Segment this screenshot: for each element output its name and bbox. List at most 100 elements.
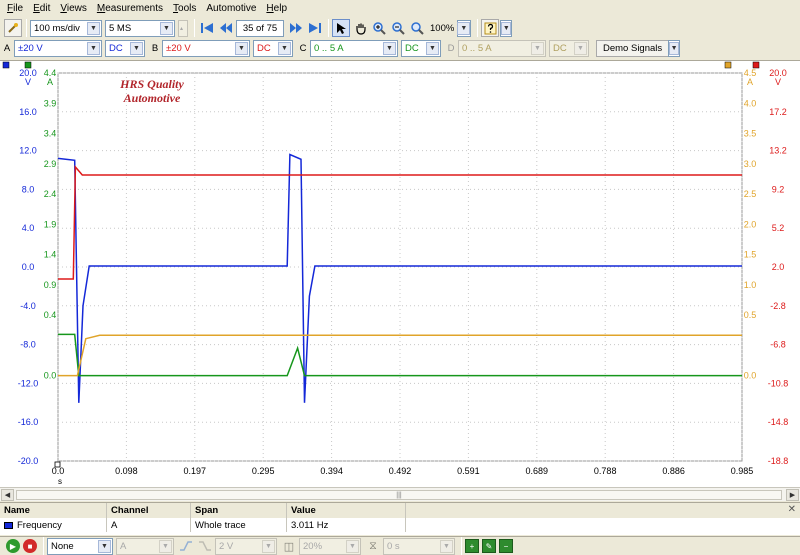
falling-edge-button[interactable] [196,537,214,555]
y-tick-label-a: -4.0 [20,301,36,311]
axis-color-icon [752,61,760,69]
channel-b-range-select[interactable]: ±20 V ▼ [162,40,250,57]
chevron-down-icon[interactable]: ▼ [87,21,100,35]
chevron-down-icon[interactable]: ▼ [669,42,680,55]
menu-item-edit[interactable]: Edit [28,0,55,17]
zoom-dropdown[interactable]: ▼ [457,19,472,37]
header-channel[interactable]: Channel [107,503,191,518]
chevron-down-icon[interactable]: ▼ [457,21,471,35]
rising-edge-button[interactable] [177,537,195,555]
zoom-out-button[interactable] [389,19,407,37]
zoom-fit-icon [410,21,424,35]
help-button[interactable] [481,19,500,37]
probe-wizard-button[interactable] [4,19,22,37]
chevron-down-icon[interactable]: ▼ [159,539,172,553]
menu-item-measurements[interactable]: Measurements [92,0,168,17]
timebase-select[interactable]: 100 ms/div ▼ [30,19,102,37]
scroll-right-icon[interactable]: ▶ [786,489,799,501]
wand-icon [8,23,18,33]
menu-item-file[interactable]: File [2,0,28,17]
y-tick-label-d: 3.0 [744,159,757,169]
y-tick-label-a: -16.0 [18,417,39,427]
pretrigger-select[interactable]: 20% ▼ [299,537,361,555]
trigger-delay-input[interactable]: 0 s ▼ [383,537,455,555]
first-buffer-button[interactable] [198,19,216,37]
scroll-thumb[interactable]: ||| [16,490,782,500]
edit-measurement-icon[interactable]: ✎ [482,539,496,553]
y-tick-label-d: 2.0 [744,219,757,229]
channel-d-range-select[interactable]: 0 .. 5 A ▼ [458,40,546,57]
chevron-down-icon[interactable]: ▼ [87,42,100,55]
axis-color-icon [724,61,732,69]
trigger-level-select[interactable]: 2 V ▼ [215,537,277,555]
chevron-down-icon[interactable]: ▼ [262,539,275,553]
chevron-down-icon[interactable]: ▼ [278,42,291,55]
menu-label: easurements [105,3,164,14]
samples-select[interactable]: 5 MS ▼ [105,19,175,37]
chevron-down-icon[interactable]: ▼ [383,42,396,55]
chevron-down-icon[interactable]: ▼ [531,42,544,55]
pretrigger-icon: ◫ [283,540,295,553]
channel-toolbar: A ±20 V ▼ DC ▼ B ±20 V ▼ DC ▼ C 0 .. 5 A ▼ DC ▼ D 0 .. 5… [0,39,800,58]
channel-b-controls: B ±20 V ▼ DC ▼ [150,40,296,57]
chevron-down-icon[interactable]: ▼ [440,539,453,553]
previous-buffer-button[interactable] [217,19,235,37]
scroll-left-icon[interactable]: ◀ [1,489,14,501]
channel-c-coupling-select[interactable]: DC ▼ [401,40,441,57]
channel-c-controls: C 0 .. 5 A ▼ DC ▼ [298,40,444,57]
channel-d-range-select-value: 0 .. 5 A [462,43,492,54]
menu-item-views[interactable]: Views [55,0,92,17]
menu-item-tools[interactable]: Tools [168,0,201,17]
select-tool-button[interactable] [332,19,350,37]
channel-a-range-select[interactable]: ±20 V ▼ [14,40,102,57]
chevron-down-icon[interactable]: ▼ [501,21,512,35]
zoom-fit-button[interactable] [408,19,426,37]
trigger-channel-select[interactable]: A ▼ [116,537,174,555]
chevron-down-icon[interactable]: ▼ [98,539,111,553]
add-measurement-icon[interactable]: + [465,539,479,553]
chevron-down-icon[interactable]: ▼ [235,42,248,55]
samples-spinner[interactable]: ▴ [178,19,188,37]
menu-item-automotive[interactable]: Automotive [201,0,261,17]
stop-icon[interactable]: ■ [23,539,37,553]
buffer-position[interactable]: 35 of 75 [236,19,284,37]
demo-signals-button[interactable]: Demo Signals [596,40,670,57]
header-name[interactable]: Name [0,503,107,518]
chevron-down-icon[interactable]: ▼ [426,42,439,55]
hand-tool-button[interactable] [351,19,369,37]
help-dropdown[interactable]: ▼ [500,19,513,37]
trigger-mode-value: None [51,540,74,552]
last-buffer-button[interactable] [306,19,324,37]
delete-measurement-icon[interactable]: − [499,539,513,553]
axis-unit-c: A [47,77,53,87]
menu-item-help[interactable]: Help [261,0,292,17]
zoom-in-button[interactable] [370,19,388,37]
channel-c-range-select[interactable]: 0 .. 5 A ▼ [310,40,398,57]
scope-chart[interactable]: 0.0 0.098 0.197 0.295 0.394 0.492 0.591 0.689 0.… [0,61,800,489]
demo-signals-dropdown[interactable]: ▼ [668,40,681,57]
table-row[interactable]: Frequency A Whole trace 3.011 Hz [0,518,800,532]
chevron-down-icon[interactable]: ▼ [130,42,143,55]
y-tick-label-b: 5.2 [772,223,785,233]
chevron-down-icon[interactable]: ▼ [346,539,359,553]
chevron-down-icon[interactable]: ▼ [574,42,587,55]
start-icon[interactable]: ▶ [6,539,20,553]
channel-d-coupling-select[interactable]: DC ▼ [549,40,589,57]
menu-label: ile [13,3,24,14]
horizontal-scrollbar[interactable]: ◀ ||| ▶ [0,487,800,501]
axis-color-icon [24,61,32,69]
header-span[interactable]: Span [191,503,287,518]
scope-view[interactable]: 0.0 0.098 0.197 0.295 0.394 0.492 0.591 0.689 0.… [0,60,800,488]
channel-d-coupling-select-value: DC [553,43,567,54]
channel-a-coupling-select[interactable]: DC ▼ [105,40,145,57]
next-buffer-button[interactable] [287,19,305,37]
y-tick-label-d: 4.0 [744,98,757,108]
y-tick-label-d: 2.5 [744,189,757,199]
chevron-down-icon[interactable]: ▼ [160,21,173,35]
menu-bar: File Edit Views Measurements Tools Automotive… [0,0,800,17]
channel-b-coupling-select[interactable]: DC ▼ [253,40,293,57]
menu-label: iews [66,3,87,14]
close-measurements-icon[interactable]: ✕ [788,504,796,515]
trigger-mode-select[interactable]: None ▼ [47,537,113,555]
header-value[interactable]: Value [287,503,406,518]
